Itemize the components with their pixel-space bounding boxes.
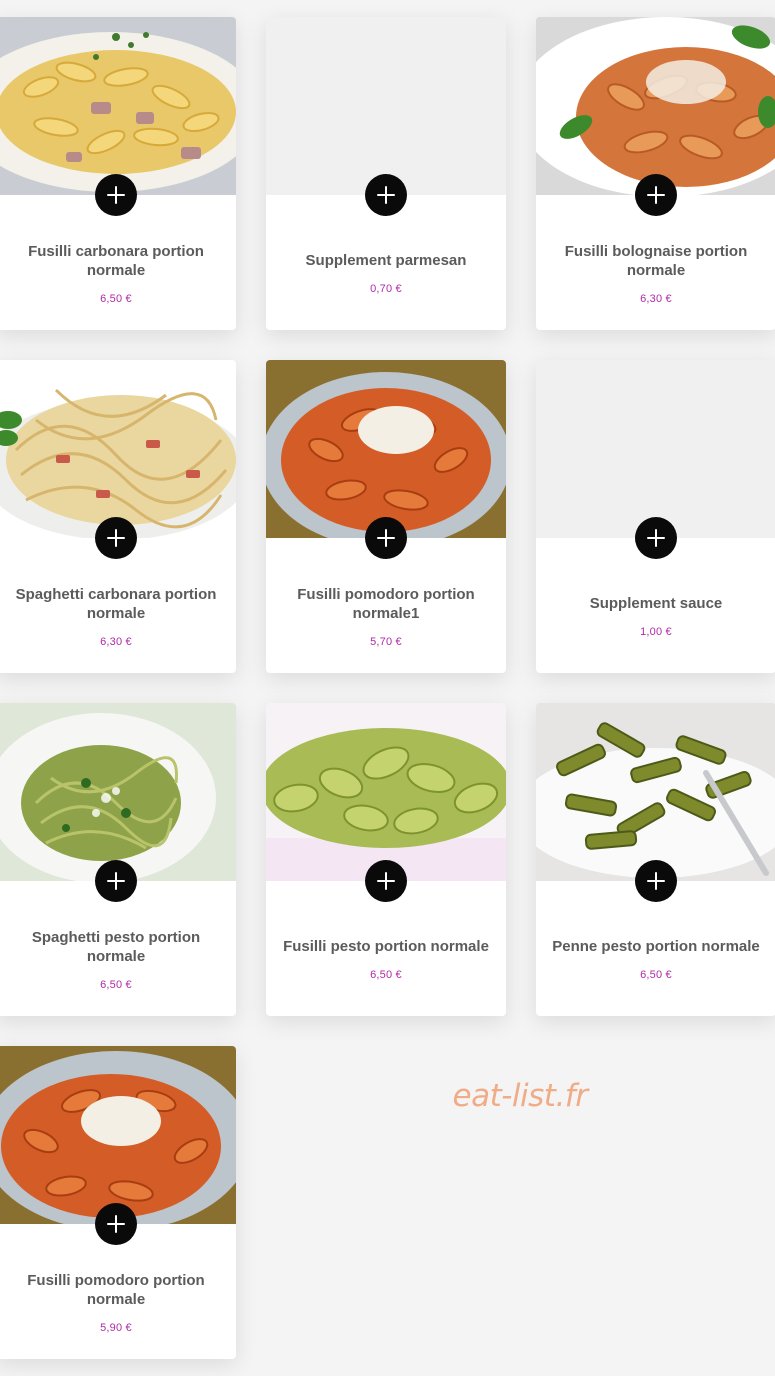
product-card[interactable]: Spaghetti carbonara portion normale 6,30… bbox=[0, 360, 236, 673]
product-name: Fusilli bolognaise portion normale bbox=[564, 242, 748, 279]
product-card[interactable]: Fusilli pesto portion normale 6,50 € bbox=[266, 703, 506, 1016]
product-photo-placeholder bbox=[536, 360, 775, 538]
product-name: Fusilli pesto portion normale bbox=[283, 938, 489, 955]
product-info: Spaghetti pesto portion normale 6,50 € bbox=[0, 902, 236, 1016]
plus-icon bbox=[647, 529, 665, 547]
product-card[interactable]: Supplement sauce 1,00 € bbox=[536, 360, 775, 673]
product-name: Penne pesto portion normale bbox=[552, 938, 760, 955]
product-info: Fusilli pesto portion normale 6,50 € bbox=[266, 902, 506, 1016]
product-photo bbox=[536, 703, 775, 881]
product-price: 5,90 € bbox=[100, 1321, 132, 1334]
product-price: 6,50 € bbox=[640, 969, 672, 981]
plus-icon bbox=[107, 186, 125, 204]
product-name: Fusilli pomodoro portion normale1 bbox=[297, 585, 475, 622]
add-to-cart-button[interactable] bbox=[95, 1203, 137, 1245]
product-price: 6,50 € bbox=[100, 978, 132, 991]
product-card[interactable]: Fusilli pomodoro portion normale 5,90 € bbox=[0, 1046, 236, 1359]
product-info: Penne pesto portion normale 6,50 € bbox=[536, 902, 775, 1016]
add-to-cart-button[interactable] bbox=[95, 517, 137, 559]
product-grid: Fusilli carbonara portion normale 6,50 €… bbox=[0, 0, 775, 1376]
product-name: Supplement sauce bbox=[589, 595, 723, 612]
product-card[interactable]: Spaghetti pesto portion normale 6,50 € bbox=[0, 703, 236, 1016]
add-to-cart-button[interactable] bbox=[95, 174, 137, 216]
product-name: Supplement parmesan bbox=[305, 252, 467, 269]
plus-icon bbox=[107, 529, 125, 547]
add-to-cart-button[interactable] bbox=[635, 174, 677, 216]
add-to-cart-button[interactable] bbox=[95, 860, 137, 902]
product-info: Spaghetti carbonara portion normale 6,30… bbox=[0, 559, 236, 673]
product-name: Fusilli pomodoro portion normale bbox=[27, 1271, 205, 1308]
product-price: 5,70 € bbox=[370, 635, 402, 648]
product-photo bbox=[536, 17, 775, 195]
plus-icon bbox=[647, 186, 665, 204]
product-photo bbox=[266, 360, 506, 538]
product-photo bbox=[0, 1046, 236, 1224]
add-to-cart-button[interactable] bbox=[635, 517, 677, 559]
product-card[interactable]: Fusilli bolognaise portion normale 6,30 … bbox=[536, 17, 775, 330]
product-name: Spaghetti carbonara portion normale bbox=[15, 585, 217, 622]
add-to-cart-button[interactable] bbox=[365, 517, 407, 559]
plus-icon bbox=[647, 872, 665, 890]
site-watermark: eat-list.fr bbox=[452, 1078, 588, 1114]
add-to-cart-button[interactable] bbox=[365, 860, 407, 902]
product-card[interactable]: Penne pesto portion normale 6,50 € bbox=[536, 703, 775, 1016]
product-price: 1,00 € bbox=[640, 626, 672, 638]
product-photo bbox=[266, 703, 506, 881]
product-photo bbox=[0, 17, 236, 195]
product-price: 0,70 € bbox=[370, 283, 402, 295]
plus-icon bbox=[377, 186, 395, 204]
product-name: Spaghetti pesto portion normale bbox=[31, 928, 201, 965]
plus-icon bbox=[107, 872, 125, 890]
product-name: Fusilli carbonara portion normale bbox=[28, 242, 204, 279]
plus-icon bbox=[377, 872, 395, 890]
product-info: Supplement sauce 1,00 € bbox=[536, 559, 775, 673]
product-card[interactable]: Supplement parmesan 0,70 € bbox=[266, 17, 506, 330]
product-price: 6,30 € bbox=[100, 635, 132, 648]
plus-icon bbox=[107, 1215, 125, 1233]
product-photo bbox=[0, 703, 236, 881]
product-info: Fusilli carbonara portion normale 6,50 € bbox=[0, 216, 236, 330]
product-price: 6,30 € bbox=[640, 292, 672, 305]
product-photo-placeholder bbox=[266, 17, 506, 195]
product-info: Fusilli pomodoro portion normale1 5,70 € bbox=[266, 559, 506, 673]
product-card[interactable]: Fusilli carbonara portion normale 6,50 € bbox=[0, 17, 236, 330]
add-to-cart-button[interactable] bbox=[365, 174, 407, 216]
product-card[interactable]: Fusilli pomodoro portion normale1 5,70 € bbox=[266, 360, 506, 673]
product-price: 6,50 € bbox=[370, 969, 402, 981]
add-to-cart-button[interactable] bbox=[635, 860, 677, 902]
plus-icon bbox=[377, 529, 395, 547]
product-info: Fusilli pomodoro portion normale 5,90 € bbox=[0, 1245, 236, 1359]
product-photo bbox=[0, 360, 236, 538]
product-price: 6,50 € bbox=[100, 292, 132, 305]
product-info: Fusilli bolognaise portion normale 6,30 … bbox=[536, 216, 775, 330]
product-info: Supplement parmesan 0,70 € bbox=[266, 216, 506, 330]
